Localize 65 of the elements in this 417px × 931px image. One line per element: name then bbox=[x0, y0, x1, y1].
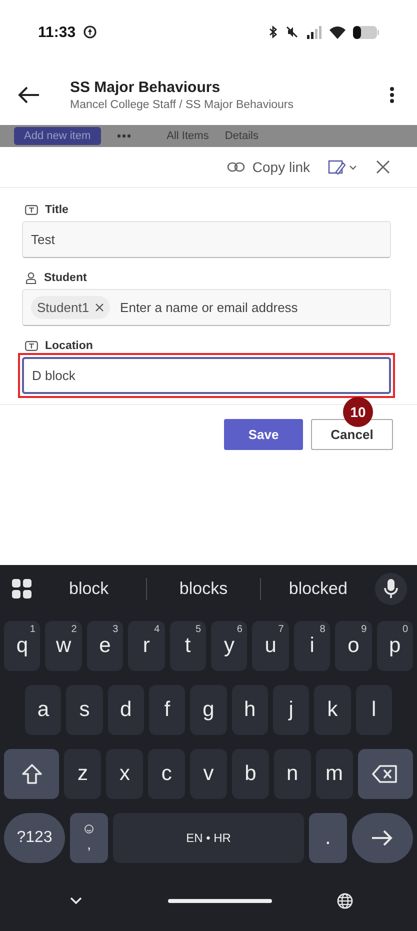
letter-key[interactable]: d bbox=[108, 685, 144, 735]
word-suggestion[interactable]: blocks bbox=[146, 578, 260, 600]
letter-key[interactable]: m bbox=[316, 749, 353, 799]
letter-key[interactable]: h bbox=[232, 685, 268, 735]
text-field-icon bbox=[25, 341, 38, 351]
link-icon bbox=[227, 162, 246, 172]
arrow-circle-icon bbox=[82, 25, 97, 39]
battery-icon bbox=[353, 26, 379, 38]
letter-key[interactable]: j bbox=[272, 685, 310, 735]
field-label: Student bbox=[44, 272, 87, 284]
microphone-button[interactable] bbox=[375, 573, 408, 605]
apps-grid-icon[interactable] bbox=[12, 579, 32, 599]
microphone-icon bbox=[384, 579, 398, 599]
emoji-icon bbox=[84, 824, 94, 834]
backspace-icon bbox=[372, 765, 398, 783]
shift-key[interactable] bbox=[4, 749, 60, 799]
space-key[interactable]: EN • HR bbox=[113, 813, 304, 863]
letter-key[interactable]: g bbox=[190, 685, 227, 735]
chevron-down-icon[interactable] bbox=[70, 897, 82, 905]
letter-key[interactable]: k bbox=[314, 685, 351, 735]
copy-link-button[interactable]: Copy link bbox=[227, 159, 310, 175]
right-arrow-icon bbox=[371, 830, 394, 846]
wifi-icon bbox=[329, 26, 346, 38]
person-chip[interactable]: Student1 bbox=[31, 296, 110, 319]
more-icon[interactable] bbox=[116, 134, 131, 138]
text-field-icon bbox=[25, 205, 38, 215]
signal-icon bbox=[306, 26, 322, 38]
letter-key[interactable]: x bbox=[106, 749, 144, 799]
letter-key[interactable]: b bbox=[232, 749, 269, 799]
symbols-key[interactable]: ?123 bbox=[4, 813, 66, 863]
breadcrumb: Mancel College Staff / SS Major Behaviours bbox=[70, 98, 295, 110]
letter-key[interactable]: n bbox=[274, 749, 311, 799]
text-input-field[interactable]: Test bbox=[22, 221, 391, 258]
letter-key[interactable]: c bbox=[148, 749, 186, 799]
field-label: Title bbox=[45, 204, 68, 216]
letter-key[interactable]: l bbox=[356, 685, 392, 735]
remove-icon[interactable] bbox=[95, 303, 104, 312]
save-button[interactable]: Save bbox=[224, 419, 303, 450]
backspace-key[interactable] bbox=[358, 749, 414, 799]
globe-icon[interactable] bbox=[337, 893, 353, 909]
mute-icon bbox=[285, 25, 299, 39]
comma-key[interactable]: , bbox=[70, 813, 108, 863]
person-picker-field[interactable]: Student1 Enter a name or email address bbox=[22, 289, 391, 326]
add-item-button[interactable]: Add new item bbox=[14, 127, 101, 145]
period-key[interactable]: . bbox=[308, 813, 347, 863]
letter-key[interactable]: a bbox=[25, 685, 62, 735]
page-title: SS Major Behaviours bbox=[70, 78, 222, 96]
letter-key[interactable]: s bbox=[66, 685, 103, 735]
close-icon[interactable] bbox=[376, 160, 390, 174]
edit-form-icon[interactable] bbox=[328, 159, 358, 175]
text-input-field[interactable]: D block bbox=[22, 357, 391, 394]
enter-key[interactable] bbox=[352, 813, 413, 863]
cancel-button[interactable]: Cancel bbox=[311, 419, 393, 450]
word-suggestion[interactable]: blocked bbox=[261, 578, 376, 600]
back-arrow-icon[interactable] bbox=[18, 86, 40, 104]
word-suggestion[interactable]: block bbox=[32, 578, 146, 600]
letter-key[interactable]: z bbox=[64, 749, 102, 799]
bluetooth-icon bbox=[268, 25, 278, 39]
field-label: Location bbox=[45, 340, 93, 352]
clock-time: 11:33 bbox=[38, 24, 76, 40]
more-options-icon[interactable] bbox=[389, 86, 395, 104]
letter-key[interactable]: f bbox=[148, 685, 186, 735]
person-icon bbox=[25, 272, 37, 284]
letter-key[interactable]: v bbox=[190, 749, 227, 799]
shift-arrow-icon bbox=[20, 763, 43, 785]
